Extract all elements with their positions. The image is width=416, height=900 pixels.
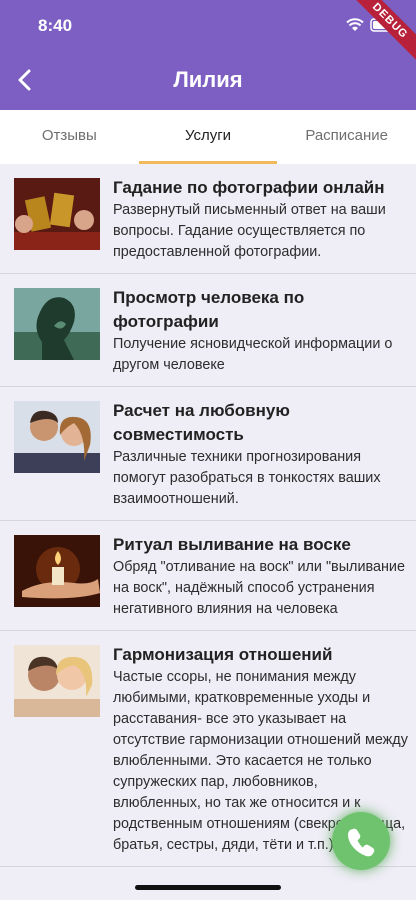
list-item[interactable]: Просмотр человека по фотографии Получени… xyxy=(0,274,416,387)
service-image xyxy=(14,401,100,473)
tab-bar: Отзывы Услуги Расписание xyxy=(0,110,416,164)
service-description: Различные техники прогнозирования помогу… xyxy=(113,449,381,507)
service-image xyxy=(14,645,100,717)
list-item[interactable]: Ритуал выливание на воске Обряд "отливан… xyxy=(0,521,416,631)
service-description: Получение ясновидческой информации о дру… xyxy=(113,336,393,373)
call-button[interactable] xyxy=(332,812,390,870)
service-title: Ритуал выливание на воске xyxy=(113,535,351,554)
tab-reviews[interactable]: Отзывы xyxy=(0,110,139,164)
list-item[interactable]: Расчет на любовную совместимость Различн… xyxy=(0,387,416,521)
tab-services[interactable]: Услуги xyxy=(138,110,278,164)
status-time: 8:40 xyxy=(38,16,73,35)
service-image xyxy=(14,535,100,607)
service-title: Просмотр человека по фотографии xyxy=(113,288,305,331)
service-description: Обряд "отливание на воск" или "выливание… xyxy=(113,559,405,617)
list-item[interactable]: Гадание по фотографии онлайн Развернутый… xyxy=(0,164,416,274)
home-indicator xyxy=(135,885,281,890)
service-title: Расчет на любовную совместимость xyxy=(113,401,290,444)
service-title: Гармонизация отношений xyxy=(113,645,333,664)
debug-banner: DEBUG xyxy=(341,0,416,70)
service-description: Развернутый письменный ответ на ваши воп… xyxy=(113,202,386,260)
tab-schedule[interactable]: Расписание xyxy=(277,110,416,164)
service-image xyxy=(14,178,100,250)
app-bar: 8:40 DEBUG Лилия xyxy=(0,0,416,110)
service-title: Гадание по фотографии онлайн xyxy=(113,178,385,197)
wifi-icon xyxy=(346,18,364,31)
phone-icon xyxy=(348,828,375,857)
service-image xyxy=(14,288,100,360)
page-title: Лилия xyxy=(173,67,243,92)
services-list: Гадание по фотографии онлайн Развернутый… xyxy=(0,164,416,867)
